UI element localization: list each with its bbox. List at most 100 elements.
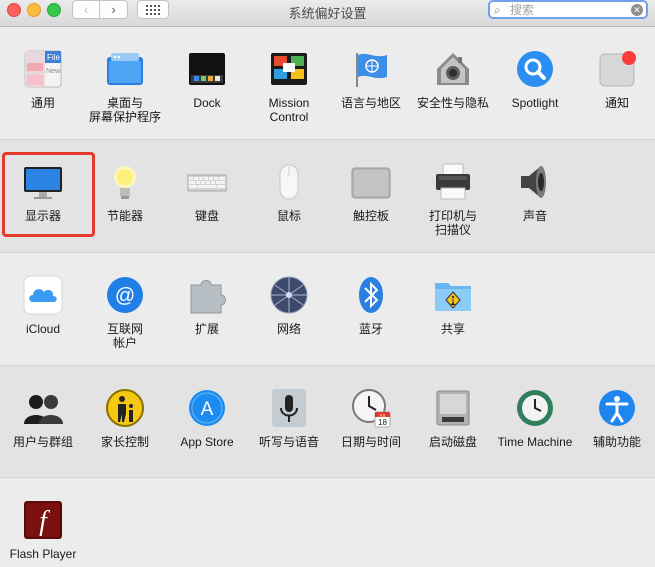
mouse-icon bbox=[269, 162, 309, 202]
spotlight-icon bbox=[515, 49, 555, 89]
pane-network[interactable]: 网络 bbox=[248, 253, 330, 336]
pane-mouse[interactable]: 鼠标 bbox=[248, 140, 330, 223]
pane-users-groups[interactable]: 用户与群组 bbox=[2, 366, 84, 449]
network-icon bbox=[269, 275, 309, 315]
language-region-icon bbox=[351, 49, 391, 89]
pane-internet-accounts[interactable]: @ 互联网 帐户 bbox=[84, 253, 166, 350]
users-groups-icon bbox=[23, 388, 63, 428]
search-field[interactable]: ⌕ ✕ bbox=[488, 0, 648, 19]
pane-flash-player[interactable]: f Flash Player bbox=[2, 478, 84, 561]
energy-saver-icon bbox=[105, 162, 145, 202]
mission-control-icon bbox=[269, 49, 309, 89]
internet-accounts-icon: @ bbox=[105, 275, 145, 315]
pane-label: 共享 bbox=[440, 322, 465, 336]
pane-label: App Store bbox=[180, 435, 234, 449]
pane-language-region[interactable]: 语言与地区 bbox=[330, 27, 412, 110]
pane-label: Mission Control bbox=[268, 96, 310, 124]
app-store-icon: A bbox=[187, 388, 227, 428]
section-other: f Flash Player bbox=[0, 478, 655, 567]
pane-energy-saver[interactable]: 节能器 bbox=[84, 140, 166, 223]
pane-label: 声音 bbox=[522, 209, 547, 223]
microphone-icon bbox=[269, 388, 309, 428]
pane-dock[interactable]: Dock bbox=[166, 27, 248, 110]
pane-label: 家长控制 bbox=[100, 435, 149, 449]
pane-time-machine[interactable]: Time Machine bbox=[494, 366, 576, 449]
search-input[interactable] bbox=[510, 3, 622, 17]
pane-sharing[interactable]: 共享 bbox=[412, 253, 494, 336]
pane-security-privacy[interactable]: 安全性与隐私 bbox=[412, 27, 494, 110]
security-icon bbox=[433, 49, 473, 89]
pane-trackpad[interactable]: 触控板 bbox=[330, 140, 412, 223]
clear-search-icon[interactable]: ✕ bbox=[631, 4, 643, 16]
pane-sound[interactable]: 声音 bbox=[494, 140, 576, 223]
pane-label: iCloud bbox=[25, 322, 61, 336]
search-icon: ⌕ bbox=[494, 3, 501, 17]
pane-dictation-speech[interactable]: 听写与语音 bbox=[248, 366, 330, 449]
pane-label: 语言与地区 bbox=[340, 96, 401, 110]
section-personal: File New 通用 桌面与 屏幕保护程序 Dock Mission Cont… bbox=[0, 27, 655, 140]
time-machine-icon bbox=[515, 388, 555, 428]
pane-extensions[interactable]: 扩展 bbox=[166, 253, 248, 336]
general-icon: File New bbox=[23, 49, 63, 89]
pane-startup-disk[interactable]: 启动磁盘 bbox=[412, 366, 494, 449]
pane-label: 扩展 bbox=[194, 322, 219, 336]
pane-label: 打印机与 扫描仪 bbox=[428, 209, 477, 237]
pane-label: 互联网 帐户 bbox=[106, 322, 143, 350]
pane-label: 蓝牙 bbox=[358, 322, 383, 336]
pane-label: 安全性与隐私 bbox=[416, 96, 489, 110]
pane-label: 键盘 bbox=[194, 209, 219, 223]
pane-label: 辅助功能 bbox=[592, 435, 641, 449]
pane-label: Time Machine bbox=[497, 435, 573, 449]
pane-parental-controls[interactable]: 家长控制 bbox=[84, 366, 166, 449]
title-bar: ‹ › 系统偏好设置 ⌕ ✕ bbox=[0, 0, 655, 27]
svg-text:A: A bbox=[201, 399, 214, 420]
pane-label: 触控板 bbox=[352, 209, 389, 223]
parental-controls-icon bbox=[105, 388, 145, 428]
pane-label: 听写与语音 bbox=[258, 435, 319, 449]
section-hardware: 显示器 节能器 键盘 鼠标 触控板 打印机与 扫描仪 声音 bbox=[0, 140, 655, 253]
pane-label: Flash Player bbox=[9, 547, 77, 561]
pane-label: 通用 bbox=[30, 96, 55, 110]
pane-bluetooth[interactable]: 蓝牙 bbox=[330, 253, 412, 336]
pane-label: 桌面与 屏幕保护程序 bbox=[88, 96, 161, 124]
svg-text:File: File bbox=[47, 53, 60, 62]
pane-spotlight[interactable]: Spotlight bbox=[494, 27, 576, 110]
desktop-screensaver-icon bbox=[105, 49, 145, 89]
trackpad-icon bbox=[351, 162, 391, 202]
keyboard-icon bbox=[186, 162, 228, 202]
icloud-icon bbox=[23, 275, 63, 315]
svg-text:JUL: JUL bbox=[379, 413, 387, 418]
pane-accessibility[interactable]: 辅助功能 bbox=[576, 366, 655, 449]
pane-label: 用户与群组 bbox=[12, 435, 73, 449]
accessibility-icon bbox=[597, 388, 637, 428]
pane-keyboard[interactable]: 键盘 bbox=[166, 140, 248, 223]
pane-label: Dock bbox=[193, 96, 221, 110]
pane-app-store[interactable]: A App Store bbox=[166, 366, 248, 449]
pane-icloud[interactable]: iCloud bbox=[2, 253, 84, 336]
pane-label: 鼠标 bbox=[276, 209, 301, 223]
pane-label: 通知 bbox=[604, 96, 629, 110]
svg-text:18: 18 bbox=[378, 418, 387, 427]
pane-label: Spotlight bbox=[511, 96, 559, 110]
pane-date-time[interactable]: JUL 18 日期与时间 bbox=[330, 366, 412, 449]
pane-label: 启动磁盘 bbox=[428, 435, 477, 449]
pane-general[interactable]: File New 通用 bbox=[2, 27, 84, 110]
pane-notifications[interactable]: 通知 bbox=[576, 27, 655, 110]
pane-mission-control[interactable]: Mission Control bbox=[248, 27, 330, 124]
pane-label: 网络 bbox=[276, 322, 301, 336]
sharing-icon bbox=[433, 275, 473, 315]
svg-text:New: New bbox=[46, 68, 61, 75]
printer-icon bbox=[433, 162, 473, 202]
bluetooth-icon bbox=[351, 275, 391, 315]
pane-label: 节能器 bbox=[106, 209, 143, 223]
dock-icon bbox=[187, 49, 227, 89]
svg-text:@: @ bbox=[115, 285, 135, 307]
extensions-icon bbox=[187, 275, 227, 315]
clock-icon: JUL 18 bbox=[351, 388, 391, 428]
startup-disk-icon bbox=[433, 388, 473, 428]
pane-printers-scanners[interactable]: 打印机与 扫描仪 bbox=[412, 140, 494, 237]
section-internet-wireless: iCloud @ 互联网 帐户 扩展 网络 蓝牙 共享 bbox=[0, 253, 655, 366]
section-system: 用户与群组 家长控制 A App Store 听写与语音 JUL 18 日期与时… bbox=[0, 366, 655, 478]
pane-desktop-screensaver[interactable]: 桌面与 屏幕保护程序 bbox=[84, 27, 166, 124]
flash-player-icon: f bbox=[23, 500, 63, 540]
